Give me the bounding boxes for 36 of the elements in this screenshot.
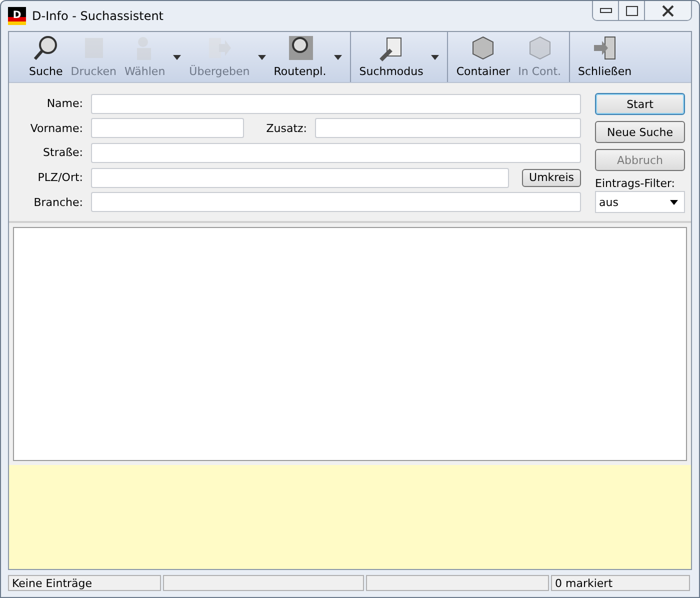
- field-label: Straße:: [42, 146, 83, 160]
- zusatz-field[interactable]: [315, 118, 581, 138]
- status-cell: 0 markiert: [551, 575, 690, 591]
- vorname-field[interactable]: [91, 118, 244, 138]
- close-button[interactable]: [645, 1, 691, 20]
- minimize-icon: [600, 8, 612, 14]
- toolbar-button[interactable]: Container: [452, 32, 514, 82]
- filter-label: Eintrags-Filter:: [595, 177, 676, 190]
- plz-ort-field[interactable]: [91, 168, 510, 188]
- filter-value: aus: [599, 196, 618, 208]
- toolbar-button[interactable]: Suche: [25, 32, 67, 82]
- field-label: Branche:: [32, 196, 83, 209]
- field-label: Zusatz:: [265, 122, 307, 135]
- toolbar-button[interactable]: Routenpl.: [270, 32, 330, 82]
- filter-dropdown[interactable]: aus: [595, 191, 685, 213]
- close-icon: [661, 4, 675, 16]
- field-label: Vorname:: [29, 122, 83, 135]
- search-icon: [32, 34, 60, 62]
- action-button[interactable]: Neue Suche: [595, 121, 685, 143]
- umkreis-button[interactable]: Umkreis: [522, 168, 581, 187]
- name-field[interactable]: [91, 94, 581, 114]
- caret-icon[interactable]: [334, 54, 342, 60]
- toolbar-button[interactable]: Suchmodus: [355, 32, 428, 82]
- window-title: D-Info - Suchassistent: [32, 9, 165, 23]
- caret-icon[interactable]: [431, 54, 440, 60]
- maximize-icon: [626, 6, 638, 16]
- caret-icon: [670, 200, 678, 204]
- status-cell: Keine Einträge: [8, 575, 161, 591]
- branche-field[interactable]: [91, 192, 581, 212]
- toolbar-button[interactable]: Schließen: [574, 32, 636, 82]
- minimize-button[interactable]: [593, 1, 619, 20]
- field-label: Name:: [46, 97, 83, 110]
- field-label: PLZ/Ort:: [36, 171, 83, 184]
- strasse-field[interactable]: [91, 142, 581, 163]
- action-button[interactable]: Start: [595, 93, 685, 115]
- maximize-button[interactable]: [619, 1, 645, 20]
